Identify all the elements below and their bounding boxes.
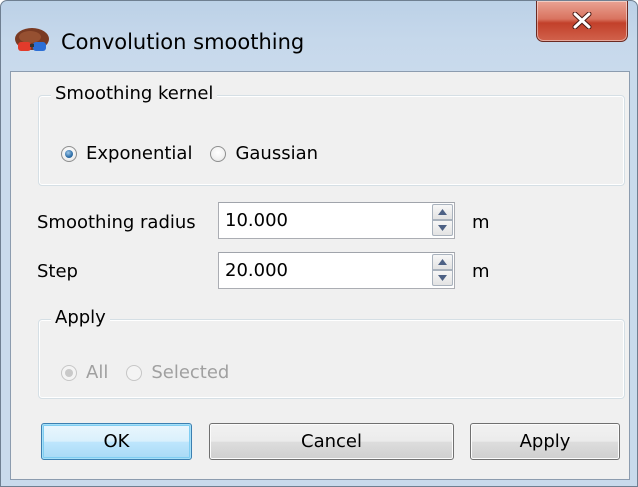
arrow-up-icon bbox=[438, 259, 447, 265]
radio-gaussian[interactable]: Gaussian bbox=[210, 143, 318, 164]
radio-exponential-indicator[interactable] bbox=[61, 145, 77, 162]
radio-all-label: All bbox=[86, 362, 109, 383]
smoothing-radius-spinbox[interactable] bbox=[218, 202, 455, 239]
radio-gaussian-label: Gaussian bbox=[235, 143, 319, 164]
radio-selected-indicator[interactable] bbox=[126, 364, 143, 381]
radio-exponential-label: Exponential bbox=[86, 143, 193, 164]
dialog-window: Convolution smoothing Smoothing kernel E… bbox=[0, 0, 638, 487]
step-spin-buttons bbox=[432, 254, 453, 287]
smoothing-kernel-group: Smoothing kernel Exponential Gaussian bbox=[38, 83, 625, 186]
radio-exponential[interactable]: Exponential bbox=[61, 143, 192, 164]
smoothing-kernel-group-title: Smoothing kernel bbox=[51, 83, 218, 104]
cancel-button[interactable]: Cancel bbox=[209, 423, 454, 460]
radio-all[interactable]: All bbox=[61, 362, 108, 383]
radio-selected-label: Selected bbox=[151, 362, 230, 383]
dialog-body: Smoothing kernel Exponential Gaussian Sm… bbox=[10, 71, 630, 480]
app-icon bbox=[15, 28, 49, 51]
close-icon bbox=[572, 12, 592, 29]
step-increment[interactable] bbox=[432, 254, 453, 270]
radio-gaussian-indicator[interactable] bbox=[210, 145, 227, 162]
step-spinbox[interactable] bbox=[218, 252, 455, 289]
title-bar[interactable]: Convolution smoothing bbox=[1, 1, 637, 71]
step-unit: m bbox=[472, 261, 490, 282]
radio-selected[interactable]: Selected bbox=[126, 362, 229, 383]
smoothing-radius-input[interactable] bbox=[219, 203, 419, 238]
apply-group: Apply All Selected bbox=[38, 307, 625, 399]
apply-button[interactable]: Apply bbox=[470, 423, 620, 460]
arrow-down-icon bbox=[438, 225, 447, 231]
smoothing-radius-increment[interactable] bbox=[432, 204, 453, 220]
arrow-up-icon bbox=[438, 209, 447, 215]
step-input[interactable] bbox=[219, 253, 419, 288]
apply-radio-row: All Selected bbox=[61, 362, 247, 383]
smoothing-radius-label: Smoothing radius bbox=[37, 212, 196, 233]
ok-button[interactable]: OK bbox=[41, 423, 192, 460]
step-label: Step bbox=[37, 261, 78, 282]
smoothing-radius-decrement[interactable] bbox=[432, 220, 453, 236]
close-button[interactable] bbox=[536, 1, 628, 42]
apply-group-title: Apply bbox=[51, 307, 110, 328]
window-title: Convolution smoothing bbox=[61, 30, 305, 54]
arrow-down-icon bbox=[438, 275, 447, 281]
smoothing-radius-spin-buttons bbox=[432, 204, 453, 237]
smoothing-radius-unit: m bbox=[472, 212, 490, 233]
kernel-radio-row: Exponential Gaussian bbox=[61, 143, 336, 164]
step-decrement[interactable] bbox=[432, 270, 453, 286]
radio-all-indicator[interactable] bbox=[61, 364, 77, 381]
